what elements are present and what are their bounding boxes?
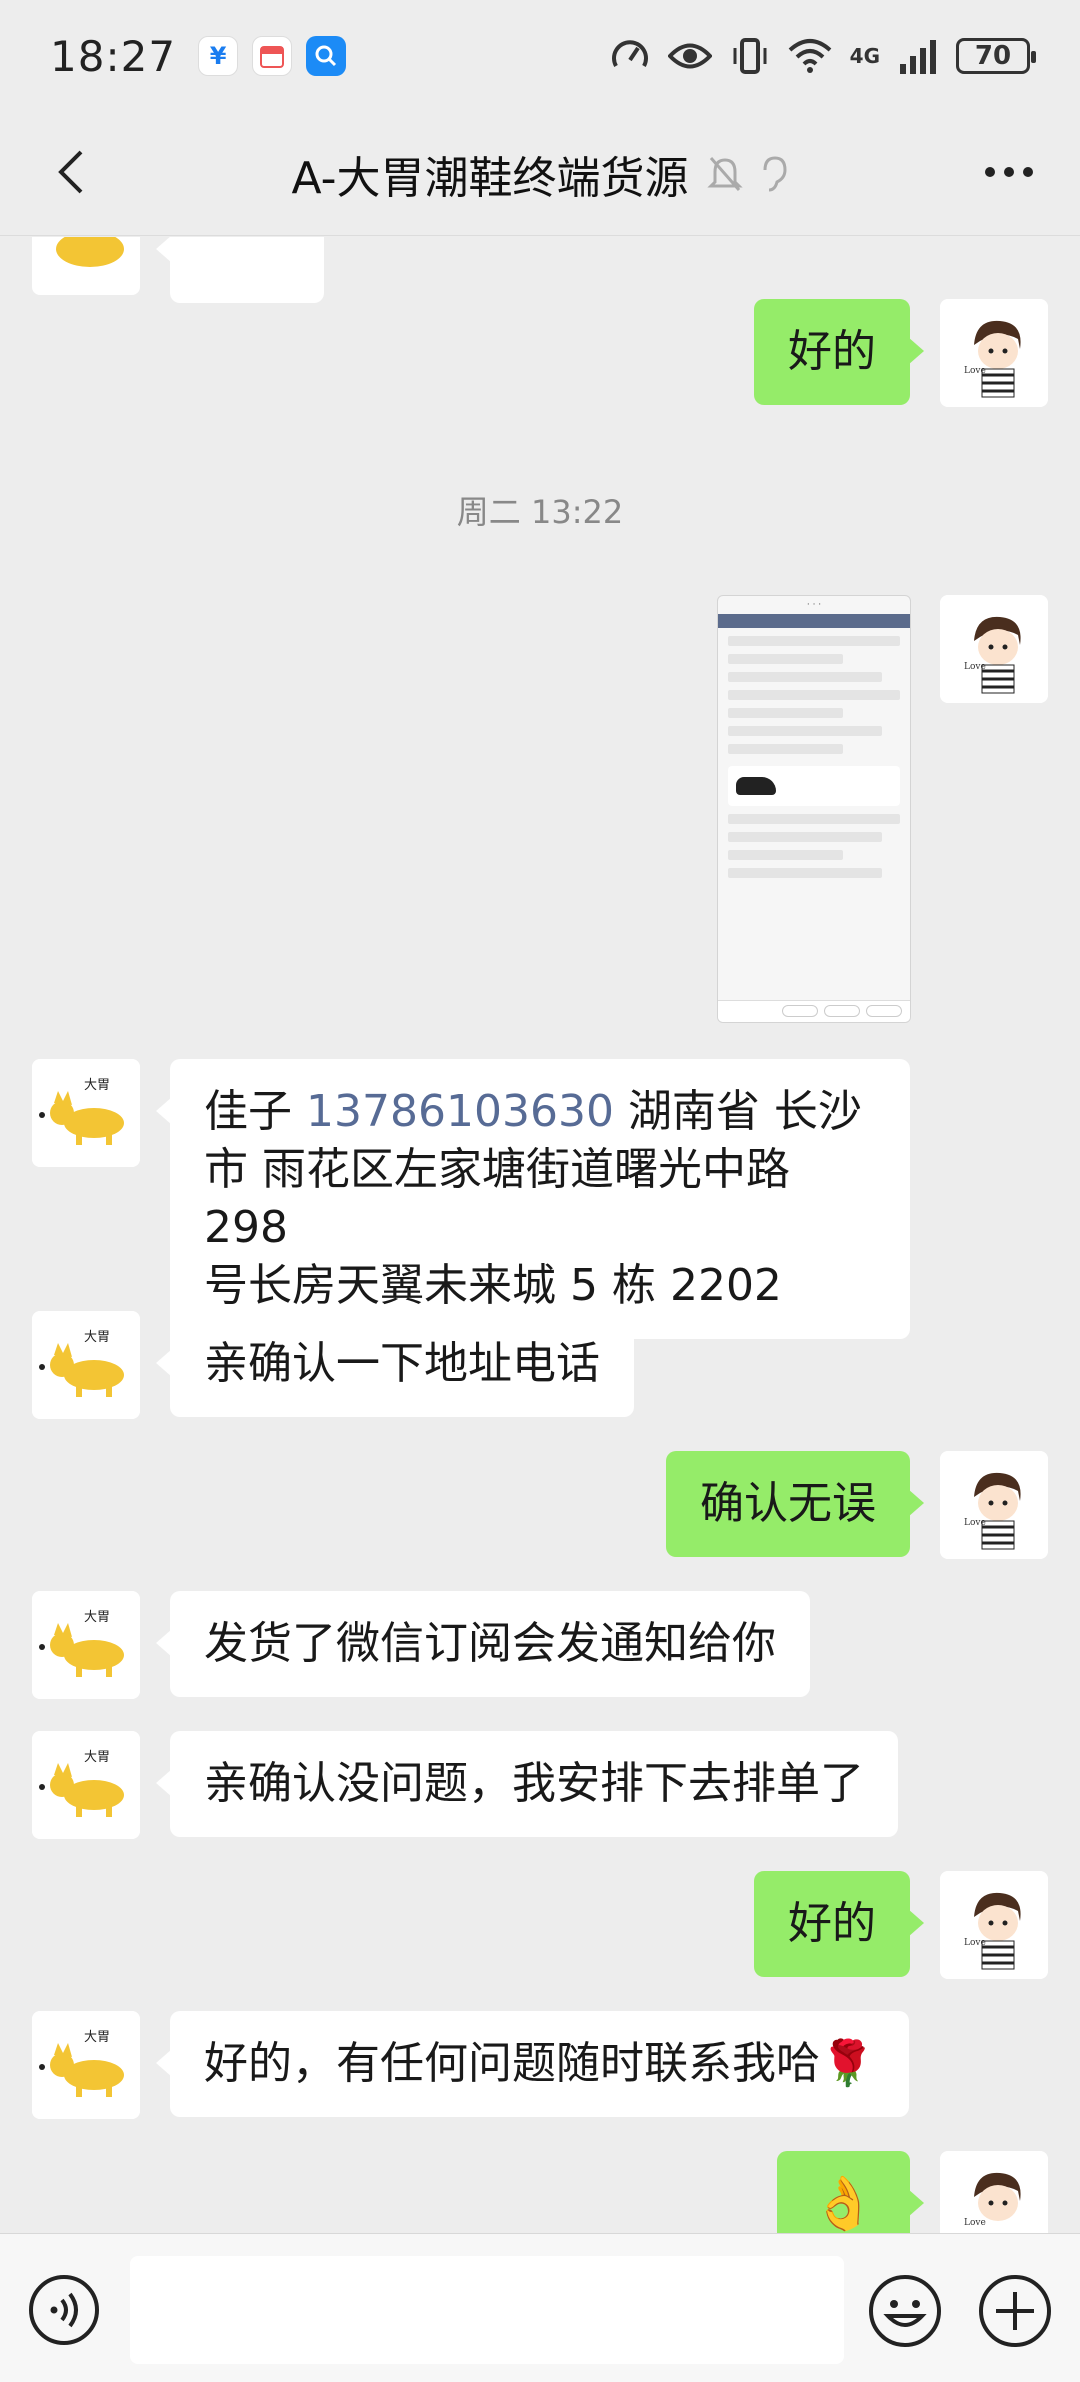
contact-avatar[interactable]: 大胃 [32, 1591, 140, 1699]
contact-avatar[interactable]: 大胃 [32, 1311, 140, 1419]
speed-icon [611, 40, 648, 67]
ok-hand-emoji: 👌 [811, 2174, 876, 2233]
address-text: 市 雨花区左家塘街道曙光中路 298 [204, 1144, 790, 1253]
svg-text:Love: Love [964, 1938, 986, 1948]
battery-indicator: 70 [956, 38, 1036, 74]
message-text: 好的，有任何问题随时联系我哈🌹 [204, 2038, 875, 2089]
svg-text:Love: Love [964, 662, 986, 672]
phone-number-link[interactable]: 13786103630 [306, 1086, 614, 1137]
corgi-avatar-image: 大胃 [32, 1731, 140, 1839]
svg-text:大胃: 大胃 [84, 1610, 110, 1625]
message-timestamp: 周二 13:22 [456, 493, 624, 531]
chat-header: A-大胃潮鞋终端货源 [0, 112, 1080, 236]
status-bar: 18:27 ¥ 4G 70 [0, 0, 1080, 112]
more-icon [985, 167, 1033, 177]
boy-avatar-image: Love [940, 1451, 1048, 1559]
status-time: 18:27 [50, 31, 177, 81]
message-text: 确认无误 [700, 1478, 876, 1529]
svg-text:Love: Love [964, 366, 986, 376]
status-indicators: 4G 70 [610, 36, 1036, 76]
contact-name-text: 佳子 [204, 1086, 292, 1137]
svg-text:大胃: 大胃 [84, 1330, 110, 1345]
svg-text:大胃: 大胃 [84, 1078, 110, 1093]
plus-icon [979, 2275, 1051, 2347]
chat-title: A-大胃潮鞋终端货源 [291, 153, 689, 204]
message-text: 亲确认一下地址电话 [204, 1338, 600, 1389]
corgi-avatar-image: 大胃 [32, 2011, 140, 2119]
their-message-bubble[interactable]: 好的，有任何问题随时联系我哈🌹 [156, 2011, 909, 2117]
calendar-app-icon [252, 36, 293, 76]
their-message-bubble[interactable]: 亲确认一下地址电话 [156, 1311, 634, 1417]
svg-text:Love: Love [964, 1518, 986, 1528]
more-actions-button[interactable] [978, 2274, 1052, 2348]
voice-icon [29, 2275, 99, 2345]
message-text: 发货了微信订阅会发通知给你 [204, 1618, 776, 1669]
my-avatar[interactable]: Love [940, 2151, 1048, 2233]
more-options-button[interactable] [974, 142, 1044, 202]
search-app-icon [306, 36, 347, 76]
message-text: 好的 [788, 326, 876, 377]
chat-title-wrap: A-大胃潮鞋终端货源 [0, 112, 1080, 236]
my-message-bubble[interactable]: 确认无误 [666, 1451, 924, 1557]
app-notify-icon: ¥ [198, 36, 239, 76]
status-app-icons: ¥ [198, 36, 347, 76]
message-text: 好的 [788, 1898, 876, 1949]
my-message-bubble[interactable]: 好的 [754, 1871, 924, 1977]
their-message-bubble[interactable]: 亲确认没问题，我安排下去排单了 [156, 1731, 898, 1837]
shoe-thumbnail [728, 766, 900, 806]
contact-avatar[interactable]: 大胃 [32, 1059, 140, 1167]
battery-level: 70 [974, 41, 1012, 71]
svg-text:大胃: 大胃 [84, 1750, 110, 1765]
my-avatar[interactable]: Love [940, 595, 1048, 703]
my-message-bubble[interactable]: 👌 [777, 2151, 924, 2233]
my-avatar[interactable]: Love [940, 299, 1048, 407]
shared-screenshot-image[interactable]: · · · [717, 595, 911, 1023]
corgi-avatar-image: 大胃 [32, 1311, 140, 1419]
voice-input-button[interactable] [28, 2274, 100, 2346]
boy-avatar-image: Love [940, 2151, 1048, 2233]
smiley-icon [869, 2275, 941, 2347]
message-bubble-partial[interactable] [156, 237, 324, 303]
boy-avatar-image: Love [940, 1871, 1048, 1979]
message-text: 亲确认没问题，我安排下去排单了 [204, 1758, 864, 1809]
chat-input-bar [0, 2233, 1080, 2382]
ear-icon [763, 156, 787, 192]
address-text: 号长房天翼未来城 5 栋 2202 [204, 1260, 782, 1311]
my-message-bubble[interactable]: 好的 [754, 299, 924, 405]
contact-avatar[interactable] [32, 237, 140, 295]
contact-avatar[interactable]: 大胃 [32, 2011, 140, 2119]
network-label: 4G [849, 44, 880, 68]
my-avatar[interactable]: Love [940, 1871, 1048, 1979]
their-message-bubble[interactable]: 佳子 13786103630 湖南省 长沙 市 雨花区左家塘街道曙光中路 298… [156, 1059, 910, 1339]
corgi-avatar-image: 大胃 [32, 1059, 140, 1167]
svg-text:大胃: 大胃 [84, 2030, 110, 2045]
boy-avatar-image: Love [940, 299, 1048, 407]
my-avatar[interactable]: Love [940, 1451, 1048, 1559]
emoji-button[interactable] [868, 2274, 942, 2348]
message-list[interactable]: 好的 Love 周二 13:22 · · · Love 大胃 佳子 137861… [0, 237, 1080, 2233]
vibrate-icon [733, 38, 767, 74]
contact-avatar[interactable]: 大胃 [32, 1731, 140, 1839]
message-input[interactable] [130, 2256, 844, 2364]
their-message-bubble[interactable]: 发货了微信订阅会发通知给你 [156, 1591, 810, 1697]
address-text: 湖南省 长沙 [627, 1086, 862, 1137]
corgi-avatar-image: 大胃 [32, 1591, 140, 1699]
signal-icon [900, 40, 936, 74]
wifi-icon [788, 39, 831, 73]
eye-icon [667, 43, 712, 69]
boy-avatar-image: Love [940, 595, 1048, 703]
mute-bell-icon [706, 157, 743, 191]
svg-text:Love: Love [964, 2218, 986, 2228]
